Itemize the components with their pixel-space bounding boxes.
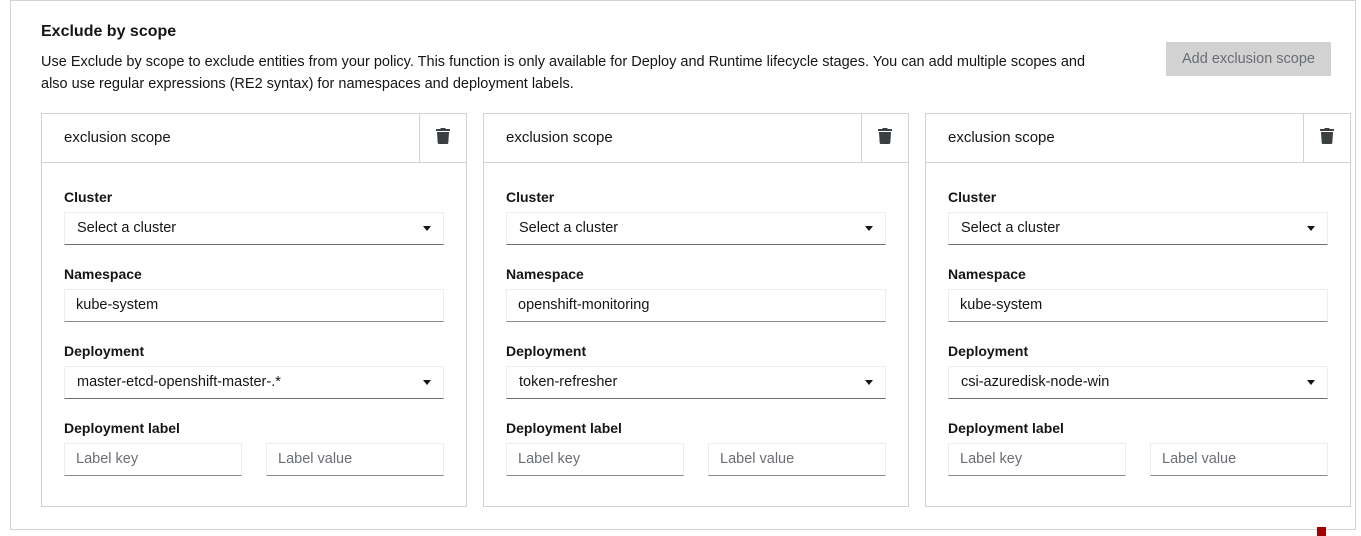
card-title: exclusion scope (926, 114, 1303, 162)
namespace-input[interactable] (64, 289, 444, 322)
cluster-select[interactable]: Select a cluster (506, 212, 886, 245)
deployment-select[interactable]: csi-azuredisk-node-win (948, 366, 1328, 399)
cluster-select-value: Select a cluster (519, 220, 618, 236)
cluster-label: Cluster (64, 189, 444, 205)
trash-icon (1320, 128, 1334, 147)
cluster-label: Cluster (506, 189, 886, 205)
cluster-select-value: Select a cluster (77, 220, 176, 236)
deployment-select[interactable]: token-refresher (506, 366, 886, 399)
namespace-input[interactable] (948, 289, 1328, 322)
deployment-select[interactable]: master-etcd-openshift-master-.* (64, 366, 444, 399)
namespace-label: Namespace (64, 266, 444, 282)
card-body: Cluster Select a cluster Namespace Deplo… (484, 163, 908, 506)
deployment-label-label: Deployment label (64, 420, 444, 436)
section-header: Exclude by scope Use Exclude by scope to… (31, 21, 1331, 96)
card-header: exclusion scope (484, 114, 908, 163)
add-exclusion-scope-button[interactable]: Add exclusion scope (1166, 42, 1331, 76)
caret-down-icon (423, 380, 431, 385)
card-title: exclusion scope (42, 114, 419, 162)
delete-scope-button[interactable] (862, 114, 908, 162)
namespace-input[interactable] (506, 289, 886, 322)
label-value-input[interactable] (708, 443, 886, 476)
delete-scope-button[interactable] (420, 114, 466, 162)
page-title: Exclude by scope (41, 23, 1166, 41)
deployment-select-value: master-etcd-openshift-master-.* (77, 374, 281, 390)
exclusion-scope-card: exclusion scope Cluster Select a cluster (41, 113, 467, 507)
delete-scope-button[interactable] (1304, 114, 1350, 162)
cluster-select-value: Select a cluster (961, 220, 1060, 236)
exclusion-scope-card: exclusion scope Cluster Select a cluster (483, 113, 909, 507)
deployment-select-value: csi-azuredisk-node-win (961, 374, 1109, 390)
caret-down-icon (1307, 226, 1315, 231)
card-header: exclusion scope (42, 114, 466, 163)
card-body: Cluster Select a cluster Namespace Deplo… (42, 163, 466, 506)
trash-icon (878, 128, 892, 147)
label-key-input[interactable] (64, 443, 242, 476)
section-description: Use Exclude by scope to exclude entities… (41, 51, 1109, 96)
label-value-input[interactable] (1150, 443, 1328, 476)
namespace-label: Namespace (948, 266, 1328, 282)
card-header: exclusion scope (926, 114, 1350, 163)
card-title: exclusion scope (484, 114, 861, 162)
deployment-label: Deployment (64, 343, 444, 359)
deployment-label-label: Deployment label (506, 420, 886, 436)
exclusion-scope-cards: exclusion scope Cluster Select a cluster (41, 113, 1331, 507)
label-key-input[interactable] (506, 443, 684, 476)
red-corner-marker (1317, 527, 1326, 536)
caret-down-icon (423, 226, 431, 231)
caret-down-icon (1307, 380, 1315, 385)
caret-down-icon (865, 380, 873, 385)
deployment-label: Deployment (506, 343, 886, 359)
deployment-label: Deployment (948, 343, 1328, 359)
cluster-select[interactable]: Select a cluster (948, 212, 1328, 245)
deployment-label-label: Deployment label (948, 420, 1328, 436)
caret-down-icon (865, 226, 873, 231)
label-key-input[interactable] (948, 443, 1126, 476)
trash-icon (436, 128, 450, 147)
label-value-input[interactable] (266, 443, 444, 476)
cluster-select[interactable]: Select a cluster (64, 212, 444, 245)
exclusion-scope-card: exclusion scope Cluster Select a cluster (925, 113, 1351, 507)
deployment-select-value: token-refresher (519, 374, 617, 390)
namespace-label: Namespace (506, 266, 886, 282)
card-body: Cluster Select a cluster Namespace Deplo… (926, 163, 1350, 506)
section-intro: Exclude by scope Use Exclude by scope to… (31, 21, 1166, 96)
exclude-by-scope-panel: Exclude by scope Use Exclude by scope to… (10, 0, 1356, 530)
cluster-label: Cluster (948, 189, 1328, 205)
